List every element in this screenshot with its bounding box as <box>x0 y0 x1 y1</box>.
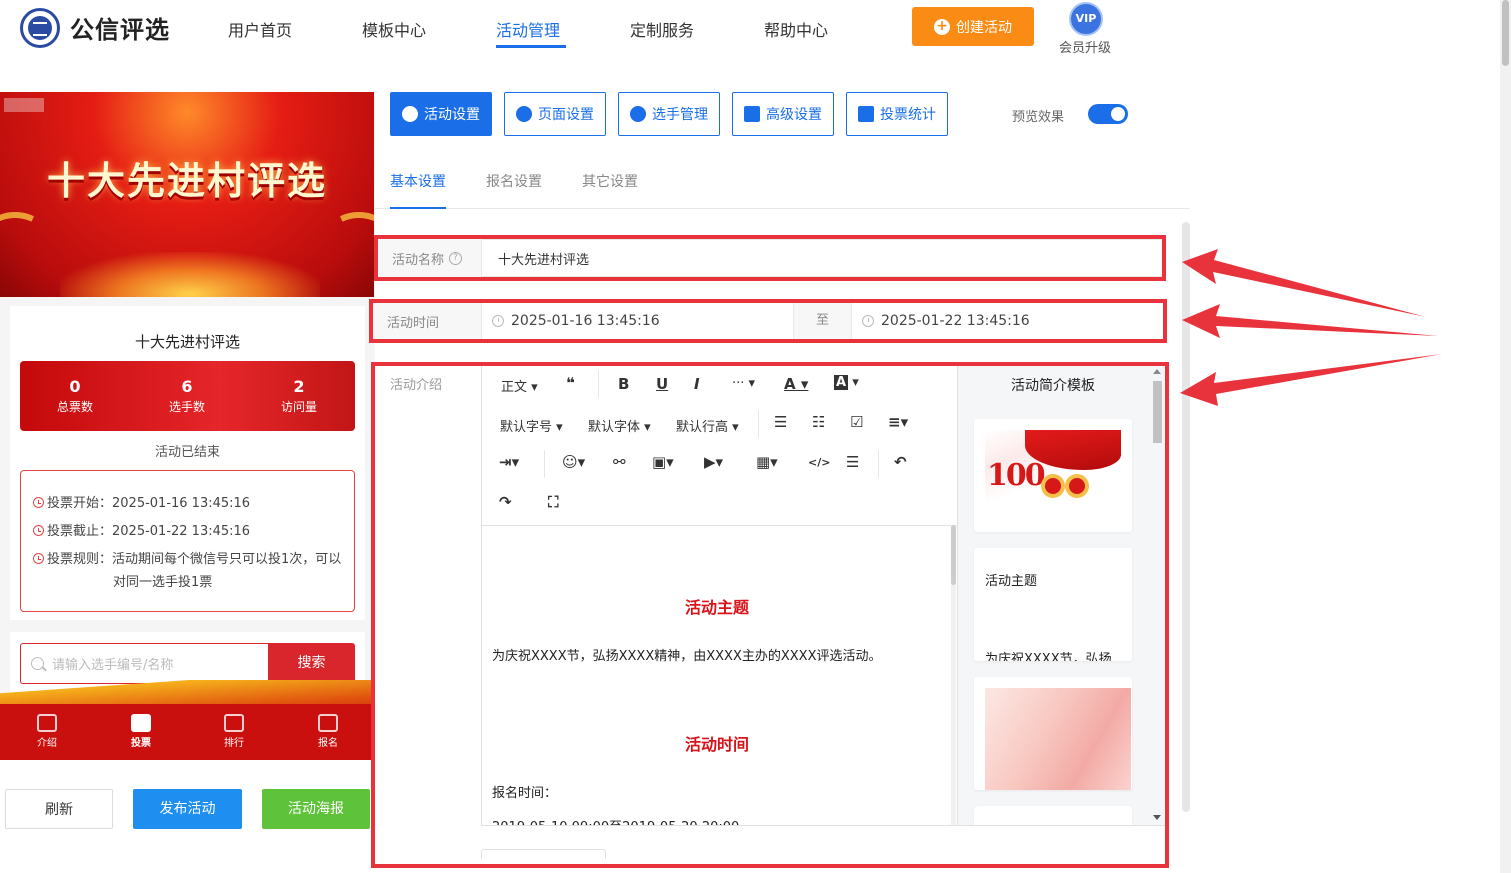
stat-value: 0 <box>69 377 81 396</box>
vote-rule-line-2: 对同一选手投1票 <box>113 575 213 590</box>
page-scrollbar[interactable] <box>1500 0 1511 873</box>
tab-page-settings[interactable]: 页面设置 <box>504 92 606 136</box>
stat-value: 2 <box>293 377 305 396</box>
subtab-active-underline <box>390 207 446 209</box>
signup-icon <box>318 714 338 732</box>
stat-total-votes: 0 总票数 <box>20 377 130 415</box>
annotation-arrow-3 <box>1180 354 1442 406</box>
nav-custom-service[interactable]: 定制服务 <box>630 17 694 41</box>
highlight-activity-intro <box>371 362 1169 868</box>
stat-visits: 2 访问量 <box>244 377 354 415</box>
bottom-nav-label: 投票 <box>131 738 151 749</box>
info-icon <box>33 553 44 564</box>
stat-label: 访问量 <box>280 400 317 414</box>
stat-label: 总票数 <box>56 400 93 414</box>
refresh-button[interactable]: 刷新 <box>5 789 113 829</box>
vote-end-line: 投票截止：2025-01-22 13:45:16 <box>33 521 250 543</box>
stats-bar: 0 总票数 6 选手数 2 访问量 <box>20 361 355 431</box>
activity-banner: 十大先进村评选 <box>0 92 374 297</box>
tab-activity-settings[interactable]: 活动设置 <box>390 92 492 136</box>
vote-rules-box: 投票开始：2025-01-16 13:45:16 投票截止：2025-01-22… <box>20 470 355 612</box>
vip-icon[interactable]: VIP <box>1069 2 1103 36</box>
publish-activity-button[interactable]: 发布活动 <box>133 789 242 829</box>
bar-chart-icon <box>858 106 874 122</box>
clock-icon <box>33 497 44 508</box>
nav-help-center[interactable]: 帮助中心 <box>764 17 828 41</box>
create-activity-label: 创建活动 <box>956 19 1012 36</box>
bottom-nav-label: 报名 <box>318 738 338 749</box>
home-icon <box>131 714 151 732</box>
nav-templates[interactable]: 模板中心 <box>362 17 426 41</box>
highlight-activity-time <box>369 299 1167 343</box>
preview-activity-title: 十大先进村评选 <box>134 333 240 351</box>
bottom-nav-vote[interactable]: 投票 <box>111 714 171 749</box>
annotation-arrows <box>1180 249 1442 406</box>
bottom-nav-signup[interactable]: 报名 <box>298 714 358 749</box>
tab-advanced-settings[interactable]: 高级设置 <box>732 92 834 136</box>
search-placeholder: 请输入选手编号/名称 <box>52 658 174 673</box>
nav-activity-management[interactable]: 活动管理 <box>496 17 560 41</box>
vote-start-line: 投票开始：2025-01-16 13:45:16 <box>33 493 250 515</box>
rank-icon <box>224 714 244 732</box>
preview-effect-label: 预览效果 <box>1012 110 1065 125</box>
tab-label: 投票统计 <box>880 107 936 123</box>
subtab-other-settings[interactable]: 其它设置 <box>582 171 638 191</box>
stat-contestants: 6 选手数 <box>132 377 242 415</box>
clock-icon <box>33 525 44 536</box>
tab-vote-statistics[interactable]: 投票统计 <box>846 92 948 136</box>
highlight-activity-name <box>374 235 1166 281</box>
bottom-nav-label: 排行 <box>224 738 244 749</box>
bottom-nav-ranking[interactable]: 排行 <box>204 714 264 749</box>
logo-icon <box>20 8 60 48</box>
mobile-bottom-nav: 介绍 投票 排行 报名 <box>0 680 375 760</box>
vip-upgrade-link[interactable]: 会员升级 <box>1059 37 1111 56</box>
plus-circle-icon: + <box>934 18 950 35</box>
gear-icon <box>516 106 532 122</box>
bottom-nav-label: 介绍 <box>37 738 57 749</box>
activity-status: 活动已结束 <box>154 445 220 460</box>
nav-active-underline <box>496 45 566 48</box>
vote-end-text: 投票截止：2025-01-22 13:45:16 <box>47 524 251 539</box>
nav-user-home[interactable]: 用户首页 <box>228 17 292 41</box>
search-icon <box>31 657 44 670</box>
star-icon <box>402 106 418 122</box>
tab-label: 活动设置 <box>424 107 480 123</box>
banner-village-glow <box>60 252 320 297</box>
users-icon <box>630 106 646 122</box>
banner-title: 十大先进村评选 <box>46 158 327 203</box>
annotation-arrow-2 <box>1182 304 1438 338</box>
book-icon <box>37 714 57 732</box>
banner-blurred-corner <box>4 98 44 112</box>
vote-rule-line: 投票规则：活动期间每个微信号只可以投1次，可以 <box>33 549 341 571</box>
vote-start-text: 投票开始：2025-01-16 13:45:16 <box>47 496 251 511</box>
page-scrollbar-thumb[interactable] <box>1502 0 1509 66</box>
tab-label: 高级设置 <box>766 107 822 123</box>
create-activity-button[interactable]: + 创建活动 <box>912 7 1034 46</box>
subtab-divider <box>375 208 1190 209</box>
stat-value: 6 <box>181 377 193 396</box>
logo-text: 公信评选 <box>70 16 170 44</box>
tab-label: 页面设置 <box>538 107 594 123</box>
contestant-search-input[interactable]: 请输入选手编号/名称 <box>20 643 268 684</box>
top-header: 公信评选 用户首页 模板中心 活动管理 定制服务 帮助中心 + 创建活动 VIP… <box>0 0 1511 60</box>
tab-contestant-management[interactable]: 选手管理 <box>618 92 720 136</box>
vote-rule-text: 投票规则：活动期间每个微信号只可以投1次，可以 <box>47 552 342 567</box>
activity-poster-button[interactable]: 活动海报 <box>262 789 370 829</box>
toggle-knob <box>1111 107 1125 121</box>
bottom-nav-intro[interactable]: 介绍 <box>17 714 77 749</box>
subtab-basic-settings[interactable]: 基本设置 <box>390 171 446 191</box>
sliders-icon <box>744 106 760 122</box>
stat-label: 选手数 <box>168 400 205 414</box>
preview-effect-toggle[interactable] <box>1088 104 1128 124</box>
tab-label: 选手管理 <box>652 107 708 123</box>
search-button[interactable]: 搜索 <box>268 643 355 684</box>
subtab-signup-settings[interactable]: 报名设置 <box>486 171 542 191</box>
